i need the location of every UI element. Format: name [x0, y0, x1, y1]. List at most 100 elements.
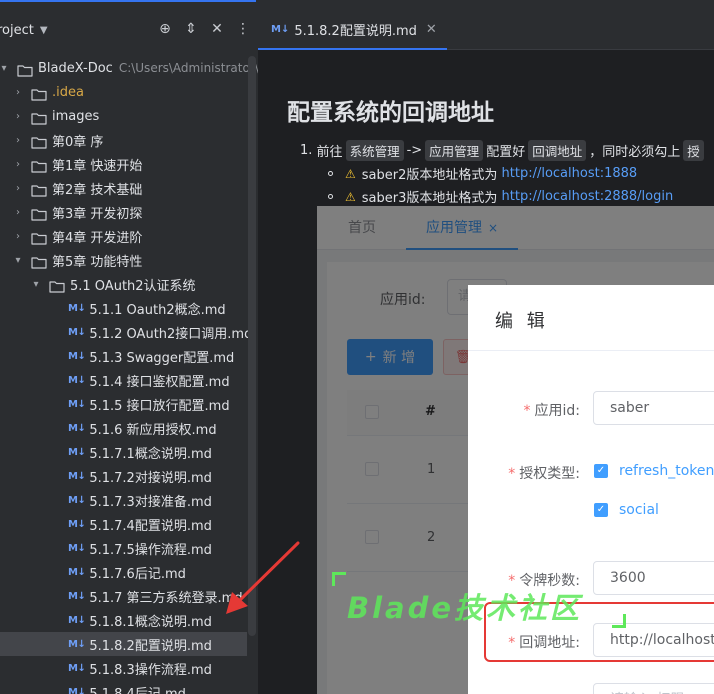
doc-link[interactable]: http://localhost:2888/login — [502, 189, 674, 204]
tree-item-label: 第1章 快速开始 — [52, 158, 143, 174]
tree-file-item[interactable]: M↓ 5.1.7.5操作流程.md — [0, 536, 258, 560]
tree-item-label: 5.1.7.1概念说明.md — [89, 446, 212, 462]
tree-folder-item[interactable]: › 第4章 开发进阶 — [0, 224, 258, 248]
tree-file-item[interactable]: M↓ 5.1.3 Swagger配置.md — [0, 344, 258, 368]
markdown-icon: M↓ — [68, 374, 86, 386]
chevron-right-icon[interactable]: › — [12, 207, 24, 218]
tree-file-item[interactable]: M↓ 5.1.8.1概念说明.md — [0, 608, 258, 632]
chevron-right-icon[interactable]: › — [12, 135, 24, 146]
dialog-divider — [468, 350, 714, 351]
chevron-right-icon[interactable]: › — [12, 87, 24, 98]
tree-file-item[interactable]: M↓ 5.1.8.2配置说明.md — [0, 632, 247, 656]
tree-item-label: 5.1.7.3对接准备.md — [89, 494, 212, 510]
tree-folder-item[interactable]: › 第1章 快速开始 — [0, 152, 258, 176]
tree-file-item[interactable]: M↓ 5.1.7 第三方系统登录.md — [0, 584, 258, 608]
tree-folder-item[interactable]: ▾ 第5章 功能特性 — [0, 248, 258, 272]
tree-folder-item[interactable]: › 第2章 技术基础 — [0, 176, 258, 200]
project-title[interactable]: roject — [0, 23, 34, 38]
doc-link[interactable]: http://localhost:1888 — [502, 166, 638, 181]
markdown-icon: M↓ — [271, 23, 290, 35]
tree-item-label: 5.1.5 接口放行配置.md — [89, 398, 230, 414]
folder-icon — [49, 278, 65, 293]
tree-item-label: 5.1.2 OAuth2接口调用.md — [89, 326, 253, 342]
bullet-icon — [328, 171, 333, 176]
tree-item-label: 5.1 OAuth2认证系统 — [70, 278, 196, 294]
tree-item-label: 5.1.8.4后记.md — [89, 686, 186, 694]
close-icon[interactable]: ✕ — [426, 22, 437, 37]
tree-file-item[interactable]: M↓ 5.1.8.4后记.md — [0, 680, 258, 694]
sub-list-item: ⚠ saber3版本地址格式为 http://localhost:2888/lo… — [328, 187, 673, 206]
inline-code: 授 — [683, 140, 704, 161]
sidebar-scrollbar[interactable] — [248, 56, 256, 636]
markdown-icon: M↓ — [68, 566, 86, 578]
tree-folder-item[interactable]: › 第3章 开发初探 — [0, 200, 258, 224]
chevron-right-icon[interactable]: › — [12, 159, 24, 170]
sub-list-text: saber3版本地址格式为 — [361, 191, 498, 206]
editor-tab-active[interactable]: M↓ 5.1.8.2配置说明.md ✕ — [258, 10, 447, 50]
expand-all-icon[interactable]: ⇕ — [182, 20, 200, 38]
tree-item-path: C:\Users\Administrator\ — [118, 61, 258, 75]
app-id-label: * 应用id: — [523, 403, 581, 419]
grant-type-label: * 授权类型: — [508, 466, 580, 482]
chevron-right-icon[interactable]: › — [12, 183, 24, 194]
tree-item-label: 5.1.4 接口鉴权配置.md — [89, 374, 230, 390]
chevron-down-icon[interactable]: ▼ — [40, 25, 48, 36]
inline-code: 系统管理 — [345, 140, 404, 161]
tree-item-label: 5.1.8.3操作流程.md — [89, 662, 212, 678]
folder-icon — [31, 230, 47, 245]
chevron-down-icon[interactable]: ▾ — [12, 255, 24, 266]
tree-file-item[interactable]: M↓ 5.1.7.4配置说明.md — [0, 512, 258, 536]
project-toolbar: ⊕ ⇕ ✕ ⋮ — [156, 20, 252, 38]
project-sidebar: roject ▼ ⊕ ⇕ ✕ ⋮ ▾ BladeX-Doc C:\Users\Adm… — [0, 10, 258, 694]
tree-folder-item[interactable]: ▾ BladeX-Doc C:\Users\Administrator\ — [0, 56, 258, 80]
warning-icon: ⚠ — [345, 189, 356, 204]
collapse-all-icon[interactable]: ✕ — [208, 20, 226, 38]
markdown-icon: M↓ — [68, 614, 86, 626]
tree-file-item[interactable]: M↓ 5.1.7.2对接说明.md — [0, 464, 258, 488]
tree-item-label: 5.1.7.6后记.md — [89, 566, 186, 582]
tree-file-item[interactable]: M↓ 5.1.8.3操作流程.md — [0, 656, 258, 680]
locate-icon[interactable]: ⊕ — [156, 20, 174, 38]
chevron-right-icon[interactable]: › — [12, 231, 24, 242]
tree-item-label: 第4章 开发进阶 — [52, 230, 143, 246]
tree-item-label: 5.1.3 Swagger配置.md — [89, 350, 235, 366]
tree-folder-item[interactable]: › images — [0, 104, 258, 128]
tree-folder-item[interactable]: › .idea — [0, 80, 258, 104]
folder-icon — [31, 206, 47, 221]
tree-item-label: 第2章 技术基础 — [52, 182, 143, 198]
folder-icon — [31, 182, 47, 197]
tree-file-item[interactable]: M↓ 5.1.5 接口放行配置.md — [0, 392, 258, 416]
tree-file-item[interactable]: M↓ 5.1.4 接口鉴权配置.md — [0, 368, 258, 392]
project-header[interactable]: roject ▼ ⊕ ⇕ ✕ ⋮ — [0, 10, 258, 50]
tree-file-item[interactable]: M↓ 5.1.6 新应用授权.md — [0, 416, 258, 440]
scope-field: 请输入 权限 — [593, 683, 714, 694]
folder-icon — [31, 158, 47, 173]
dialog-title: 编 辑 — [495, 311, 549, 332]
editor-tab-label[interactable]: 5.1.8.2配置说明.md — [294, 20, 417, 39]
tree-file-item[interactable]: M↓ 5.1.1 Oauth2概念.md — [0, 296, 258, 320]
chevron-down-icon[interactable]: ▾ — [0, 63, 10, 74]
list-number: 1. — [300, 143, 313, 158]
chevron-right-icon[interactable]: › — [12, 111, 24, 122]
grant-option-refresh-token: ✓ refresh_token — [594, 463, 714, 479]
grant-option-social: ✓ social — [594, 502, 659, 518]
more-options-icon[interactable]: ⋮ — [234, 20, 252, 38]
tree-folder-item[interactable]: › 第0章 序 — [0, 128, 258, 152]
tree-file-item[interactable]: M↓ 5.1.7.3对接准备.md — [0, 488, 258, 512]
list-text: -> — [406, 143, 423, 158]
markdown-icon: M↓ — [68, 494, 86, 506]
tree-file-item[interactable]: M↓ 5.1.7.1概念说明.md — [0, 440, 258, 464]
tree-item-label: 第3章 开发初探 — [52, 206, 143, 222]
markdown-icon: M↓ — [68, 302, 86, 314]
markdown-icon: M↓ — [68, 422, 86, 434]
tree-item-label: 5.1.7.2对接说明.md — [89, 470, 212, 486]
tree-folder-item[interactable]: ▾ 5.1 OAuth2认证系统 — [0, 272, 258, 296]
tree-item-label: 第0章 序 — [52, 134, 104, 150]
markdown-icon: M↓ — [68, 662, 86, 674]
tree-file-item[interactable]: M↓ 5.1.2 OAuth2接口调用.md — [0, 320, 258, 344]
tree-item-label: 5.1.6 新应用授权.md — [89, 422, 217, 438]
markdown-icon: M↓ — [68, 686, 86, 694]
tree-item-label: 5.1.8.1概念说明.md — [89, 614, 212, 630]
chevron-down-icon[interactable]: ▾ — [30, 279, 42, 290]
tree-file-item[interactable]: M↓ 5.1.7.6后记.md — [0, 560, 258, 584]
